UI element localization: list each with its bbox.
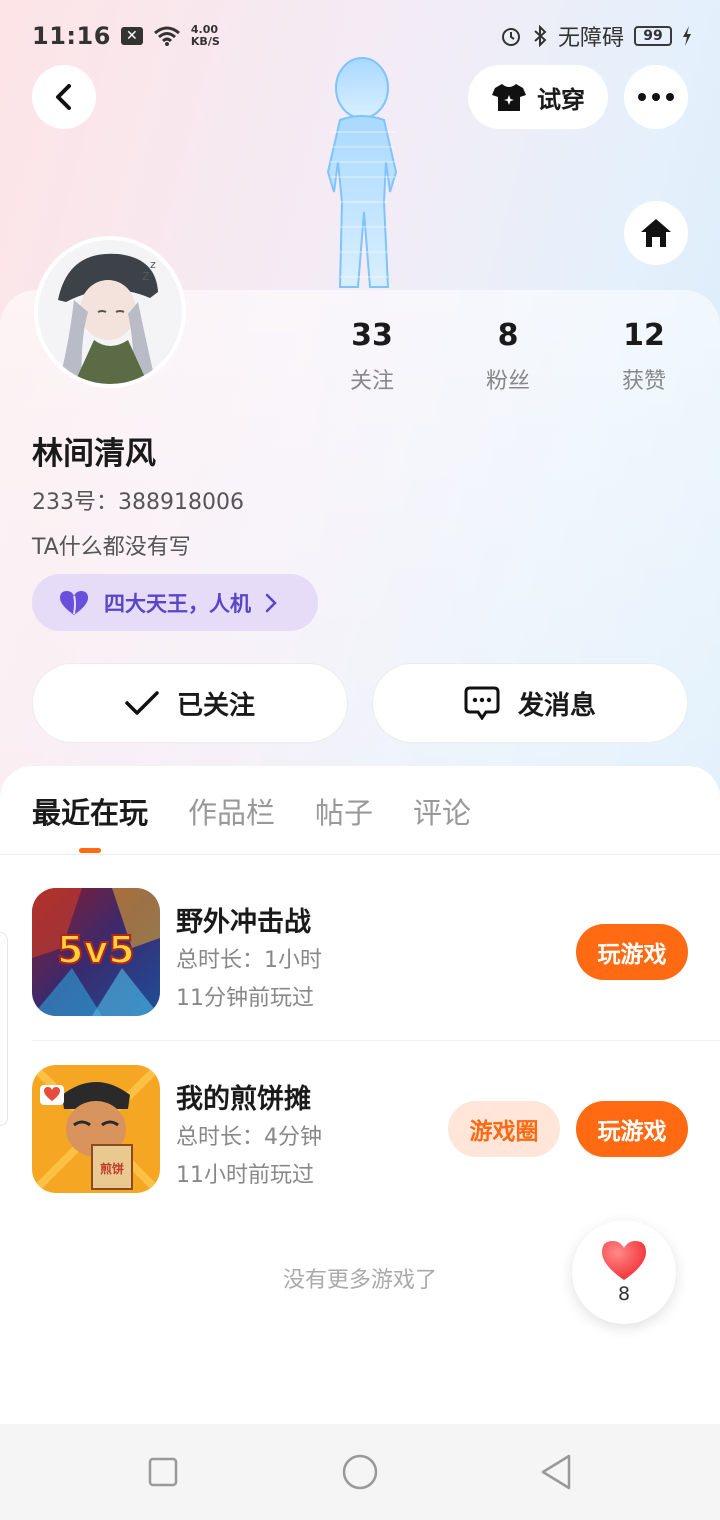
- tab-recently-played[interactable]: 最近在玩: [32, 790, 148, 832]
- heart-icon: [60, 590, 88, 615]
- tab-comments[interactable]: 评论: [413, 790, 471, 832]
- battery-indicator: 99: [634, 26, 672, 46]
- heart-icon: [602, 1241, 646, 1280]
- svg-text:z: z: [150, 258, 156, 271]
- user-bio: TA什么都没有写: [32, 535, 191, 560]
- game-duration: 总时长：4分钟: [176, 1125, 322, 1150]
- game-icon-5v5: 5v5: [32, 888, 160, 1016]
- message-label: 发消息: [517, 690, 596, 721]
- stat-fans[interactable]: 8 粉丝: [448, 318, 568, 395]
- game-icon-pancake-stand: 煎饼: [32, 1065, 160, 1193]
- tabs-divider: [0, 854, 720, 855]
- game-title: 我的煎饼摊: [176, 1084, 311, 1115]
- avatar[interactable]: z z: [34, 236, 186, 388]
- accessibility-label: 无障碍: [557, 26, 624, 51]
- likes-count: 12: [623, 318, 665, 353]
- follow-label: 已关注: [176, 690, 255, 721]
- game-icon-label: 5v5: [57, 928, 135, 972]
- chevron-left-icon: [56, 84, 71, 110]
- list-item[interactable]: 5v5 野外冲击战 总时长：1小时 11分钟前玩过 玩游戏: [0, 864, 720, 1040]
- like-floating-button[interactable]: 8: [572, 1220, 676, 1324]
- home-circle-icon[interactable]: [341, 1453, 379, 1491]
- relationship-tag[interactable]: 四大天王，人机: [32, 574, 318, 631]
- chat-bubble-icon: [464, 686, 500, 720]
- likes-label: 获赞: [621, 369, 666, 394]
- fans-count: 8: [497, 318, 519, 353]
- stat-following[interactable]: 33 关注: [312, 318, 432, 395]
- game-duration: 总时长：1小时: [176, 948, 322, 973]
- avatar-hologram-figure: [300, 52, 425, 292]
- username: 林间清风: [32, 436, 156, 472]
- following-label: 关注: [349, 369, 394, 394]
- notification-icon: ✕: [120, 27, 143, 45]
- system-nav-bar: [0, 1424, 720, 1520]
- user-id: 233号：388918006: [32, 490, 244, 515]
- fans-label: 粉丝: [485, 369, 530, 394]
- play-game-button[interactable]: 玩游戏: [576, 1101, 688, 1157]
- user-avatar-illustration: z z: [38, 240, 182, 384]
- following-count: 33: [351, 318, 393, 353]
- back-triangle-icon[interactable]: [539, 1453, 573, 1491]
- home-button[interactable]: [624, 201, 688, 265]
- bluetooth-icon: [534, 25, 547, 47]
- chevron-right-icon: [265, 593, 277, 612]
- game-circle-button[interactable]: 游戏圈: [448, 1101, 560, 1157]
- charging-icon: [683, 26, 691, 46]
- game-icon-label: 煎饼: [100, 1161, 124, 1176]
- alarm-icon: [501, 28, 520, 46]
- tab-active-indicator: [79, 848, 101, 853]
- tab-bar: 最近在玩 作品栏 帖子 评论: [32, 790, 471, 832]
- list-item[interactable]: 煎饼 我的煎饼摊 总时长：4分钟 11小时前玩过 游戏圈 玩游戏: [0, 1041, 720, 1217]
- play-game-button[interactable]: 玩游戏: [576, 924, 688, 980]
- more-dots-icon: [638, 93, 674, 101]
- message-button[interactable]: 发消息: [372, 663, 688, 743]
- wifi-icon: [153, 26, 180, 46]
- back-button[interactable]: [32, 65, 96, 129]
- status-time: 11:16: [32, 22, 111, 50]
- follow-button[interactable]: 已关注: [32, 663, 348, 743]
- network-speed: 4.00 KB/S: [191, 24, 220, 48]
- svg-text:z: z: [142, 268, 149, 284]
- try-on-label: 试穿: [537, 85, 585, 114]
- tab-posts[interactable]: 帖子: [315, 790, 373, 832]
- game-last-played: 11小时前玩过: [176, 1163, 314, 1188]
- game-last-played: 11分钟前玩过: [176, 986, 314, 1011]
- game-title: 野外冲击战: [176, 907, 311, 938]
- check-icon: [125, 691, 159, 715]
- stat-likes[interactable]: 12 获赞: [584, 318, 704, 395]
- relationship-tag-label: 四大天王，人机: [104, 591, 251, 616]
- more-options-button[interactable]: [624, 65, 688, 129]
- recent-apps-icon[interactable]: [148, 1457, 178, 1487]
- like-count: 8: [617, 1283, 631, 1305]
- tshirt-icon: [492, 84, 526, 111]
- try-on-button[interactable]: 试穿: [468, 65, 608, 129]
- home-icon: [641, 219, 671, 247]
- net-speed-unit: KB/S: [190, 35, 220, 48]
- tab-works[interactable]: 作品栏: [188, 790, 275, 832]
